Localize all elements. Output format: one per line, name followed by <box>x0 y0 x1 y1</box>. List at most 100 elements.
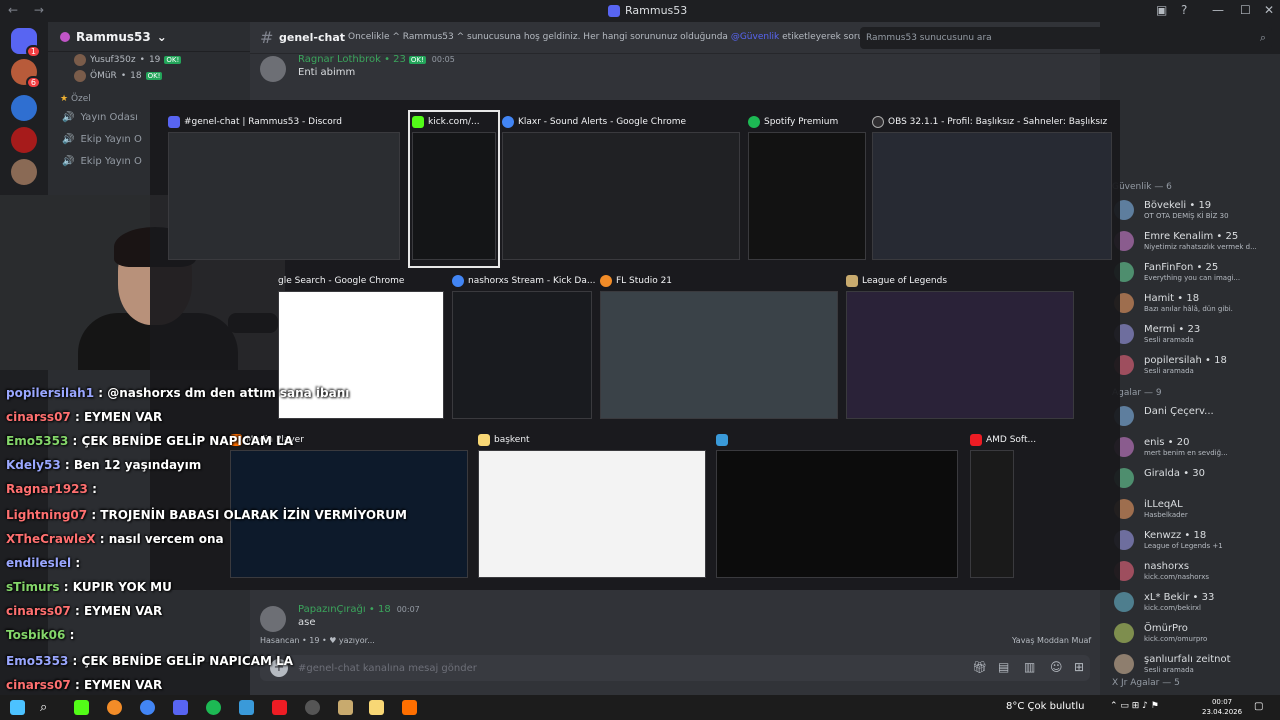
member-item[interactable]: Bövekeli • 19 OT OTA DEMİŞ Kİ BİZ 30 <box>1114 198 1278 224</box>
title-bar: ← → Rammus53 ▣ ? — ☐ ✕ <box>0 0 1280 22</box>
server-icon[interactable] <box>11 159 37 185</box>
member-item[interactable]: xL* Bekir • 33 kick.com/bekirxl <box>1114 590 1278 616</box>
stream-chat-line: sTimurs : KUPIR YOK MU <box>6 580 172 594</box>
media-player-icon[interactable] <box>402 700 417 715</box>
window-thumb-kick-dashboard[interactable]: nashorxs Stream - Kick Da... <box>452 273 595 423</box>
stream-chat-user: sTimurs <box>6 580 60 594</box>
member-item[interactable]: enis • 20 mert benim en sevdiğ... <box>1114 435 1278 461</box>
weather-widget[interactable]: 8°C Çok bulutlu <box>1006 701 1084 712</box>
sticker-icon[interactable]: ▥ <box>1024 660 1035 674</box>
spotify-icon[interactable] <box>206 700 221 715</box>
maximize-button[interactable]: ☐ <box>1240 3 1251 17</box>
member-item[interactable]: iLLeqAL Hasbelkader <box>1114 497 1278 523</box>
voice-member[interactable]: Yusuf350z • 19 OK! <box>48 52 250 68</box>
message-input[interactable]: #genel-chat kanalına mesaj gönder <box>298 663 477 674</box>
minimize-button[interactable]: — <box>1212 3 1224 17</box>
member-item[interactable]: Hamit • 18 Bazı anılar hâlâ, dün gibi. <box>1114 291 1278 317</box>
stream-chat-user: XTheCrawleX <box>6 532 96 546</box>
fl-studio-icon[interactable] <box>107 700 122 715</box>
stream-chat-user: popilersilah1 <box>6 386 95 400</box>
app-icon[interactable] <box>239 700 254 715</box>
notification-icon[interactable]: ▢ <box>1254 701 1263 712</box>
stream-chat-text: : nasıl vercem ona <box>99 532 224 546</box>
chrome-icon[interactable] <box>140 700 155 715</box>
stream-chat-user: Kdely53 <box>6 458 61 472</box>
member-item[interactable]: Mermi • 23 Sesli aramada <box>1114 322 1278 348</box>
slowmode-indicator: Yavaş Moddan Muaf <box>1012 636 1092 645</box>
avatar[interactable] <box>260 606 286 632</box>
stream-chat-user: cinarss07 <box>6 410 71 424</box>
tray-icons[interactable]: ⌃ ▭ ⊞ ♪ ⚑ <box>1110 701 1159 711</box>
member-item[interactable]: FanFinFon • 25 Everything you can imagi..… <box>1114 260 1278 286</box>
window-thumb-explorer[interactable]: başkent <box>478 432 706 582</box>
window-thumb-fl-studio[interactable]: FL Studio 21 <box>600 273 838 423</box>
gif-icon[interactable]: ▤ <box>998 660 1009 674</box>
member-item[interactable]: Kenwzz • 18 League of Legends +1 <box>1114 528 1278 554</box>
clock[interactable]: 00:07 23.04.2026 <box>1202 697 1242 717</box>
home-button[interactable]: 1 <box>11 28 41 58</box>
kick-icon[interactable] <box>74 700 89 715</box>
gift-icon[interactable]: 🎁︎ <box>972 660 987 674</box>
inbox-icon[interactable]: ▣ <box>1156 3 1167 17</box>
stream-chat-line: Emo5353 : ÇEK BENİDE GELİP NAPICAM LA <box>6 654 293 668</box>
server-icon[interactable] <box>11 127 37 153</box>
window-thumb-media-player[interactable]: Media Player <box>230 432 468 582</box>
apps-icon[interactable]: ⊞ <box>1074 660 1084 674</box>
star-icon: ★ <box>60 94 71 104</box>
member-item[interactable]: Dani Çeçerv... <box>1114 404 1278 430</box>
member-name: nashorxs <box>1144 561 1190 572</box>
voice-member[interactable]: ÖMüR • 18 OK! <box>48 68 250 84</box>
folder-icon[interactable] <box>369 700 384 715</box>
folder-icon <box>478 434 490 446</box>
start-button[interactable] <box>10 700 25 715</box>
member-item[interactable]: popilersilah • 18 Sesli aramada <box>1114 353 1278 379</box>
member-status: Bazı anılar hâlâ, dün gibi. <box>1144 305 1233 313</box>
window-thumb-league[interactable]: League of Legends <box>846 273 1074 423</box>
window-thumb-terminal[interactable] <box>716 432 958 582</box>
amd-icon <box>970 434 982 446</box>
window-thumb-discord[interactable]: #genel-chat | Rammus53 - Discord <box>168 114 400 264</box>
window-thumb-kick[interactable]: kick.com/... <box>408 110 500 268</box>
member-item[interactable]: Giralda • 30 <box>1114 466 1278 492</box>
amd-icon[interactable] <box>272 700 287 715</box>
channel-name: genel-chat <box>279 31 345 44</box>
window-thumb-amd[interactable]: AMD Soft... <box>970 432 1036 582</box>
member-item[interactable]: ÖmürPro kick.com/omurpro <box>1114 621 1278 647</box>
obs-icon[interactable] <box>305 700 320 715</box>
league-icon[interactable] <box>338 700 353 715</box>
stream-chat-user: cinarss07 <box>6 678 71 692</box>
chevron-down-icon: ⌄ <box>156 29 167 44</box>
stream-chat-line: Ragnar1923 : <box>6 482 97 496</box>
member-status: Everything you can imagi... <box>1144 274 1241 282</box>
taskbar: ⌕ 8°C Çok bulutlu ⌃ ▭ ⊞ ♪ ⚑ 00:07 23.04.… <box>0 695 1280 720</box>
help-icon[interactable]: ? <box>1181 3 1187 17</box>
back-forward-icons[interactable]: ← → <box>8 3 50 17</box>
avatar[interactable] <box>260 56 286 82</box>
member-name: xL* Bekir • 33 <box>1144 592 1215 603</box>
discord-icon[interactable] <box>173 700 188 715</box>
window-thumb-google-search[interactable]: gle Search - Google Chrome <box>278 273 444 423</box>
member-item[interactable]: Emre Kenalim • 25 Niyetimiz rahatsızlık v… <box>1114 229 1278 255</box>
search-input[interactable]: Rammus53 sunucusunu ara ⌕ <box>860 27 1272 49</box>
obs-icon <box>872 116 884 128</box>
window-thumb-spotify[interactable]: Spotify Premium <box>748 114 866 264</box>
emoji-icon[interactable]: ☺ <box>1050 660 1063 674</box>
search-icon: ⌕ <box>1259 31 1266 44</box>
speaker-icon: 🔊 <box>62 133 75 145</box>
window-thumb-obs[interactable]: OBS 32.1.1 - Profil: Başlıksız - Sahnele… <box>872 114 1112 264</box>
server-icon[interactable] <box>11 95 37 121</box>
search-icon[interactable]: ⌕ <box>40 700 55 715</box>
stream-chat-text: : ÇEK BENİDE GELİP NAPICAM LA <box>72 434 294 448</box>
server-icon[interactable]: 6 <box>11 59 41 89</box>
stream-chat-user: Emo5353 <box>6 434 69 448</box>
server-header[interactable]: Rammus53 ⌄ <box>48 22 250 52</box>
member-item[interactable]: şanlıurfalı zeitnot Sesli aramada <box>1114 652 1278 678</box>
member-name: Giralda • 30 <box>1144 468 1206 479</box>
window-thumb-chrome[interactable]: Klaxr - Sound Alerts - Google Chrome <box>502 114 740 264</box>
stream-chat-text: : <box>75 556 81 570</box>
stream-chat-user: endileslel <box>6 556 72 570</box>
member-status: Sesli aramada <box>1144 367 1194 375</box>
close-button[interactable]: ✕ <box>1264 3 1274 17</box>
message-composer[interactable]: + #genel-chat kanalına mesaj gönder 🎁︎ ▤… <box>260 655 1090 681</box>
member-item[interactable]: nashorxs kick.com/nashorxs <box>1114 559 1278 585</box>
